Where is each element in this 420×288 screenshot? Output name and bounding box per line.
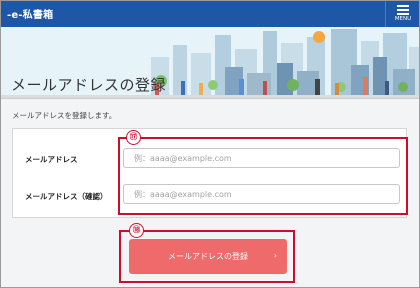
hamburger-icon [397, 5, 409, 15]
annotation-badge-18: ⑱ [129, 223, 144, 238]
app-frame: -e-私書箱 MENU メールアドレスの登録 メールアドレスを登録します。 メー… [0, 0, 420, 288]
banner-divider [1, 98, 419, 99]
site-logo[interactable]: -e-私書箱 [7, 6, 53, 21]
menu-button[interactable]: MENU [385, 1, 419, 27]
page-title: メールアドレスの登録 [11, 76, 167, 94]
annotation-box-fields [118, 137, 408, 215]
chevron-right-icon: › [273, 251, 277, 260]
register-email-button-label: メールアドレスの登録 [168, 252, 248, 261]
annotation-badge-17: ⑰ [126, 130, 141, 145]
menu-label: MENU [394, 16, 412, 22]
register-email-button[interactable]: メールアドレスの登録 › [129, 239, 287, 274]
site-header: -e-私書箱 MENU [1, 1, 419, 27]
email-confirm-label: メールアドレス（確認） [25, 192, 108, 201]
page-description: メールアドレスを登録します。 [12, 111, 117, 120]
page-banner: メールアドレスの登録 [1, 27, 419, 99]
email-label: メールアドレス [25, 155, 78, 164]
